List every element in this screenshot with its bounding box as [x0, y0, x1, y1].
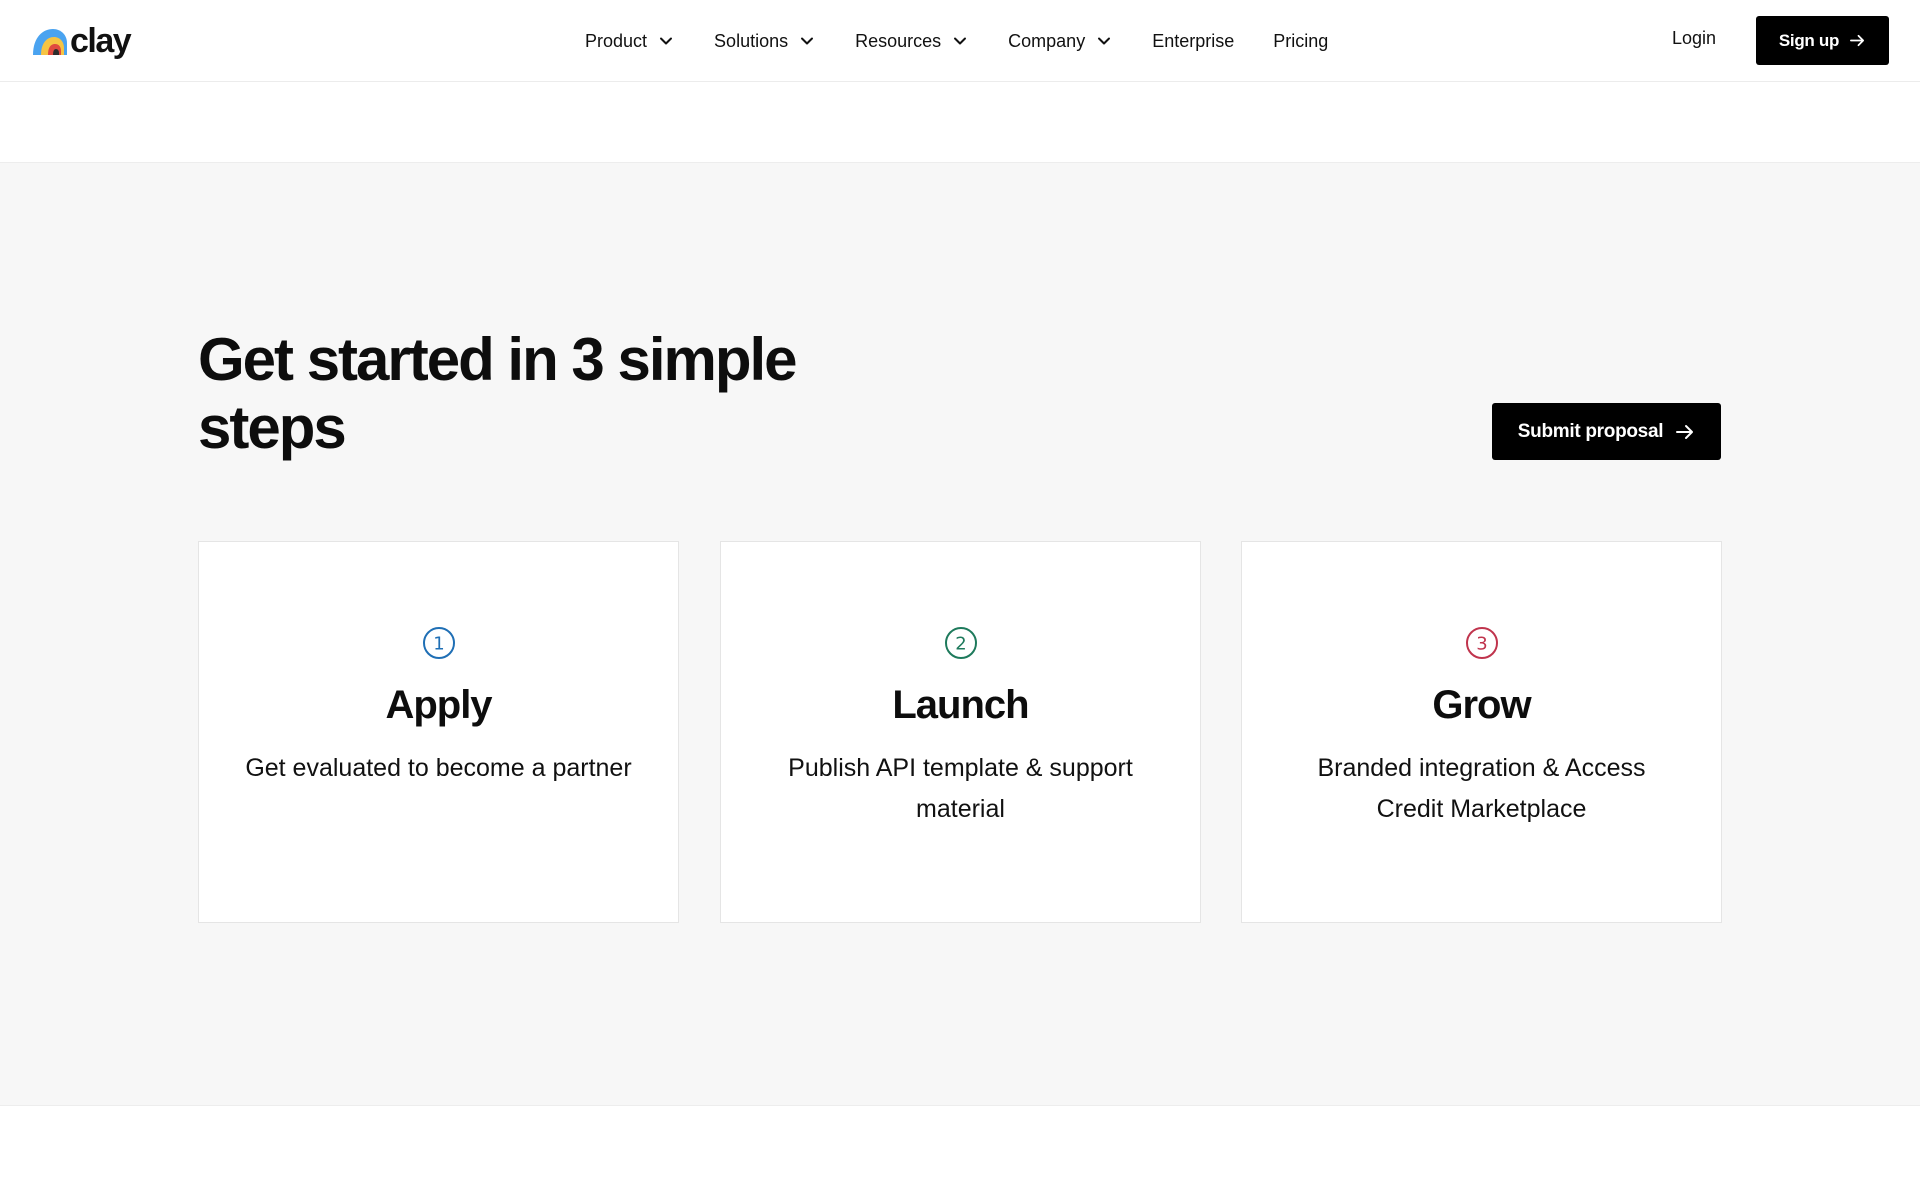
nav-enterprise[interactable]: Enterprise [1152, 31, 1234, 52]
nav-product[interactable]: Product [585, 31, 673, 52]
step-title: Grow [1432, 683, 1531, 727]
nav-company[interactable]: Company [1008, 31, 1111, 52]
clay-logo[interactable]: clay [31, 22, 132, 60]
nav-pricing[interactable]: Pricing [1273, 31, 1328, 52]
nav-solutions-label: Solutions [714, 30, 789, 51]
chevron-down-icon [801, 37, 814, 45]
chevron-down-icon [1098, 37, 1111, 45]
circled-number-one-icon: 1 [422, 627, 455, 659]
step-title: Launch [892, 683, 1029, 727]
step-description: Get evaluated to become a partner [245, 754, 632, 782]
step-card-apply: 1 Apply Get evaluated to become a partne… [198, 541, 679, 923]
clay-rainbow-logo-icon [33, 29, 67, 55]
step-description: Branded integration & Access Credit Mark… [1317, 754, 1646, 823]
signup-button[interactable]: Sign up [1756, 16, 1889, 65]
step-title: Apply [385, 683, 492, 727]
step-card-grow: 3 Grow Branded integration & Access Cred… [1241, 541, 1722, 923]
signup-button-label: Sign up [1778, 30, 1840, 50]
login-link[interactable]: Login [1672, 28, 1716, 49]
arrow-right-icon [1676, 424, 1694, 439]
main-nav: Product Solutions Resources Company Ente… [585, 24, 1328, 58]
circled-number-three-icon: 3 [1465, 627, 1498, 659]
nav-pricing-label: Pricing [1273, 30, 1329, 51]
nav-enterprise-label: Enterprise [1152, 30, 1235, 51]
step-number: 3 [1476, 634, 1487, 655]
nav-solutions[interactable]: Solutions [714, 31, 814, 52]
submit-proposal-label: Submit proposal [1517, 420, 1664, 442]
nav-product-label: Product [585, 30, 648, 51]
logo-wordmark: clay [70, 22, 132, 60]
step-number: 2 [955, 634, 966, 655]
nav-company-label: Company [1008, 30, 1086, 51]
submit-proposal-button[interactable]: Submit proposal [1492, 403, 1721, 460]
section-heading: Get started in 3 simple steps [198, 326, 798, 461]
get-started-section: Get started in 3 simple steps Submit pro… [0, 162, 1920, 1106]
circled-number-two-icon: 2 [944, 627, 977, 659]
chevron-down-icon [660, 37, 673, 45]
step-card-launch: 2 Launch Publish API template & support … [720, 541, 1201, 923]
nav-resources[interactable]: Resources [855, 31, 967, 52]
step-description: Publish API template & support material [788, 754, 1133, 823]
nav-resources-label: Resources [855, 30, 942, 51]
arrow-right-icon [1850, 34, 1865, 47]
site-header: clay Product Solutions Resources Company… [0, 0, 1920, 82]
chevron-down-icon [954, 37, 967, 45]
step-number: 1 [433, 634, 444, 655]
